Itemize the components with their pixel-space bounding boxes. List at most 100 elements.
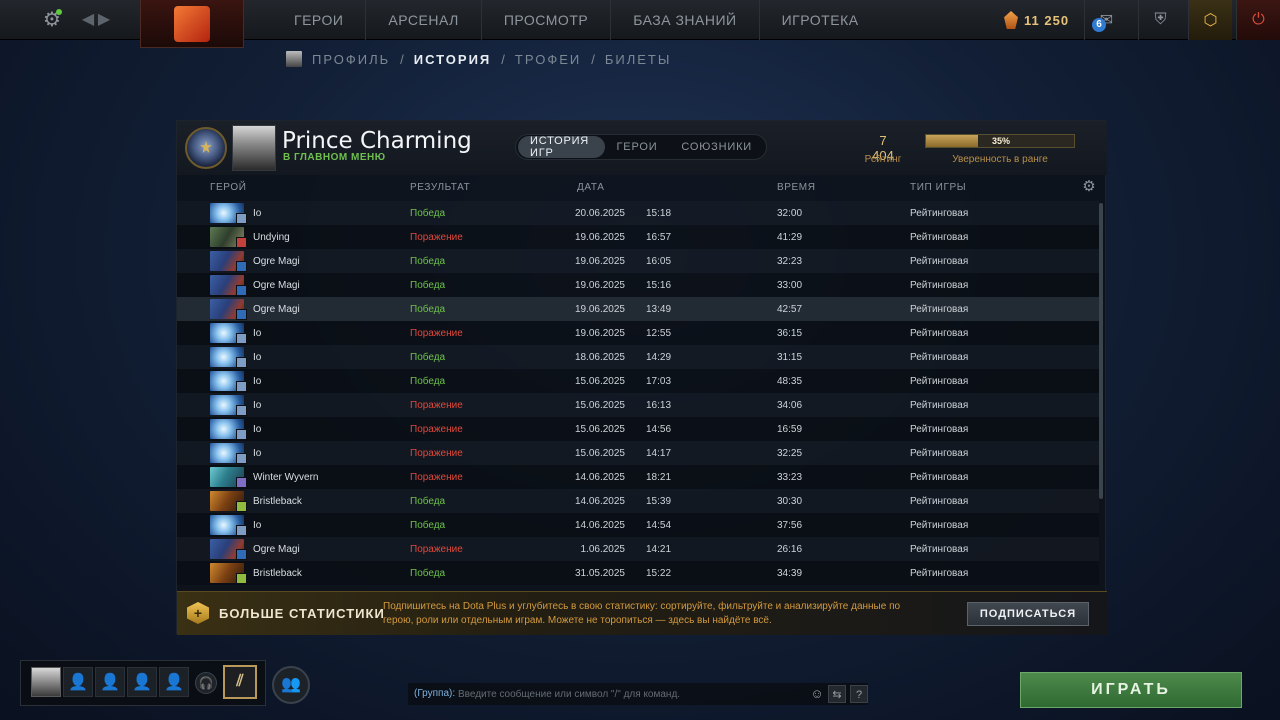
party-slot-empty[interactable]: 👤 [63,667,93,697]
shard-icon [1004,11,1018,29]
match-history-panel: Prince Charming В ГЛАВНОМ МЕНЮ ИСТОРИЯ И… [176,120,1107,635]
match-date: 20.06.2025 [574,208,625,219]
rank-medal-icon[interactable] [185,127,227,169]
avatar[interactable] [31,667,61,697]
scrollbar[interactable] [1099,203,1103,499]
table-row[interactable]: Ogre Magi Победа 19.06.2025 15:16 33:00 Рейти… [177,273,1099,297]
hero-name: Io [253,208,262,219]
match-result: Победа [410,496,446,507]
profile-avatar[interactable] [232,125,276,171]
chat-options-icon[interactable]: ⇆ [828,685,846,703]
table-row[interactable]: Io Поражение 15.06.2025 16:13 34:06 Рейтингов… [177,393,1099,417]
nav-watch[interactable]: ПРОСМОТР [482,0,612,40]
table-row[interactable]: Io Победа 18.06.2025 14:29 31:15 Рейтинговая [177,345,1099,369]
main-nav: ГЕРОИ АРСЕНАЛ ПРОСМОТР БАЗА ЗНАНИЙ ИГРОТ… [262,0,881,40]
shards-currency[interactable]: 11 250 [1004,8,1069,32]
table-row[interactable]: Io Поражение 15.06.2025 14:17 32:25 Рейтингов… [177,441,1099,465]
subnav-history[interactable]: ИСТОРИЯ [414,52,492,67]
role-icon [236,501,247,512]
party-slot-empty[interactable]: 👤 [127,667,157,697]
role-icon [236,573,247,584]
table-row[interactable]: Undying Поражение 19.06.2025 16:57 41:29 Рейт… [177,225,1099,249]
tab-match-history[interactable]: ИСТОРИЯ ИГР [518,135,605,159]
match-duration: 32:23 [777,256,803,267]
emoji-icon[interactable]: ☺ [808,685,826,703]
chat-input[interactable] [458,686,798,702]
match-duration: 34:39 [777,568,803,579]
table-row[interactable]: Ogre Magi Победа 19.06.2025 16:05 32:23 Рейти… [177,249,1099,273]
match-result: Победа [410,352,446,363]
hero-name: Io [253,448,262,459]
column-game-type[interactable]: ТИП ИГРЫ [910,182,966,193]
match-time: 15:16 [646,280,672,291]
match-duration: 16:59 [777,424,803,435]
role-icon [236,213,247,224]
chat-channel-label[interactable]: (Группа): [414,688,455,699]
column-duration[interactable]: ВРЕМЯ [777,182,816,193]
table-row[interactable]: Ogre Magi Поражение 1.06.2025 14:21 26:16 Рей… [177,537,1099,561]
table-row[interactable]: Winter Wyvern Поражение 14.06.2025 18:21 33:… [177,465,1099,489]
chevron-right-icon[interactable]: ▶ [96,10,112,30]
match-date: 19.06.2025 [574,280,625,291]
table-row[interactable]: Bristleback Победа 14.06.2025 15:39 30:30 Рей… [177,489,1099,513]
rank-badge-icon[interactable]: ⫽ [223,665,257,699]
column-date[interactable]: ДАТА [577,182,605,193]
chevron-left-icon[interactable]: ◀ [80,10,96,30]
rank-confidence-bar: 35% [925,134,1075,148]
party-finder-button[interactable]: 👥 [272,666,310,704]
power-button[interactable]: ⏻ [1236,0,1280,40]
role-icon [236,381,247,392]
match-duration: 42:57 [777,304,803,315]
hero-name: Io [253,352,262,363]
dota-plus-icon: + [187,602,209,624]
table-row[interactable]: Io Поражение 19.06.2025 12:55 36:15 Рейтингов… [177,321,1099,345]
match-duration: 34:06 [777,400,803,411]
match-date: 19.06.2025 [574,232,625,243]
party-slot-empty[interactable]: 👤 [95,667,125,697]
nav-heroes[interactable]: ГЕРОИ [262,0,367,40]
nav-arcade[interactable]: ИГРОТЕКА [760,0,881,40]
play-button[interactable]: ИГРАТЬ [1020,672,1242,708]
avatar[interactable] [286,51,302,67]
nav-armory[interactable]: АРСЕНАЛ [366,0,482,40]
match-date: 19.06.2025 [574,304,625,315]
table-row[interactable]: Io Победа 20.06.2025 15:18 32:00 Рейтинговая [177,201,1099,225]
notification-badge: 6 [1092,18,1106,32]
table-row[interactable]: Io Поражение 15.06.2025 14:56 16:59 Рейтингов… [177,417,1099,441]
history-tabs: ИСТОРИЯ ИГР ГЕРОИ СОЮЗНИКИ [515,134,767,160]
messages-button[interactable]: ✉ [1084,0,1128,40]
match-result: Поражение [410,328,463,339]
profile-status: В ГЛАВНОМ МЕНЮ [283,152,386,163]
match-time: 15:22 [646,568,672,579]
armory-button[interactable]: ⛨ [1138,0,1182,40]
table-row[interactable]: Io Победа 15.06.2025 17:03 48:35 Рейтинговая [177,369,1099,393]
match-duration: 33:00 [777,280,803,291]
column-result[interactable]: РЕЗУЛЬТАТ [410,182,470,193]
role-icon [236,453,247,464]
game-type: Рейтинговая [910,520,969,531]
table-row[interactable]: Io Победа 14.06.2025 14:54 37:56 Рейтинговая [177,513,1099,537]
table-row[interactable]: Bristleback Победа 31.05.2025 15:22 34:39 Рей… [177,561,1099,585]
user-icon: 👤 [68,674,88,691]
subnav-trophies[interactable]: ТРОФЕИ [515,52,581,67]
game-type: Рейтинговая [910,472,969,483]
subscribe-button[interactable]: ПОДПИСАТЬСЯ [967,602,1089,626]
game-type: Рейтинговая [910,448,969,459]
dota-logo-button[interactable] [140,0,244,48]
match-time: 14:21 [646,544,672,555]
hero-name: Ogre Magi [253,544,300,555]
tab-heroes[interactable]: ГЕРОИ [605,136,670,158]
headset-icon[interactable]: 🎧 [195,672,217,694]
subnav-profile[interactable]: ПРОФИЛЬ [312,52,390,67]
dota-plus-button[interactable]: ⬡ [1188,0,1232,40]
match-date: 14.06.2025 [574,496,625,507]
nav-learn[interactable]: БАЗА ЗНАНИЙ [611,0,760,40]
power-icon: ⏻ [1252,11,1265,28]
table-row[interactable]: Ogre Magi Победа 19.06.2025 13:49 42:57 Рейти… [177,297,1099,321]
tab-allies[interactable]: СОЮЗНИКИ [669,136,764,158]
help-icon[interactable]: ? [850,685,868,703]
column-hero[interactable]: ГЕРОЙ [210,182,247,193]
gear-icon[interactable]: ⚙ [1081,179,1097,195]
party-slot-empty[interactable]: 👤 [159,667,189,697]
subnav-tickets[interactable]: БИЛЕТЫ [605,52,672,67]
